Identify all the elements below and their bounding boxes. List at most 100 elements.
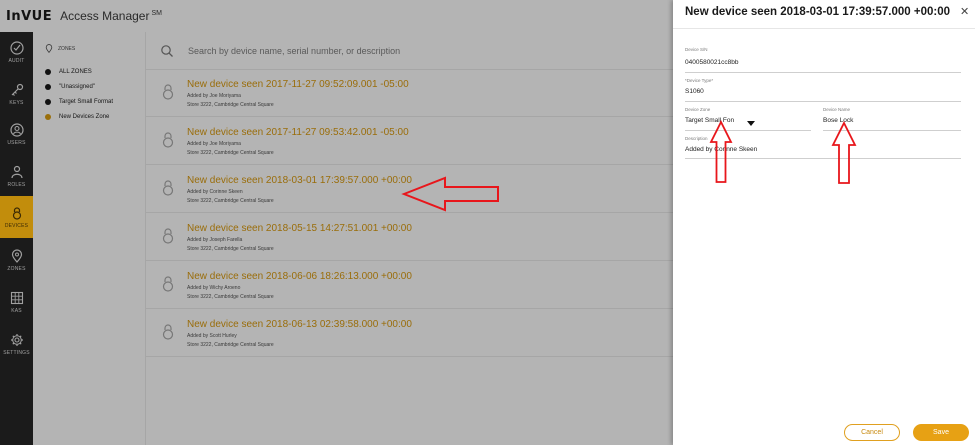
device-type-label: *Device Type* <box>685 78 714 83</box>
location-pin-icon <box>11 248 22 263</box>
device-title[interactable]: New device seen 2018-06-13 02:39:58.000 … <box>187 319 412 330</box>
zones-panel: ZONES ALL ZONES "Unassigned" Target Smal… <box>33 32 146 445</box>
field-underline <box>685 158 961 159</box>
zone-dot <box>45 84 51 90</box>
location-pin-icon <box>45 44 53 53</box>
app-name: Access Manager <box>60 9 150 23</box>
drawer-title: New device seen 2018-03-01 17:39:57.000 … <box>685 6 951 18</box>
device-row[interactable]: New device seen 2017-11-27 09:53:42.001 … <box>146 118 673 165</box>
device-name-label: Device Name <box>823 107 851 112</box>
service-mark: SM <box>151 10 162 17</box>
device-row[interactable]: New device seen 2018-05-15 14:27:51.001 … <box>146 214 673 261</box>
invue-logo: InVUE <box>6 8 53 24</box>
nav-item-settings[interactable]: SETTINGS <box>0 324 33 364</box>
field-underline <box>685 72 961 73</box>
cancel-button[interactable]: Cancel <box>844 424 900 441</box>
zone-item-unassigned[interactable]: "Unassigned" <box>45 82 95 92</box>
zone-item-target-small-format[interactable]: Target Small Format <box>45 97 113 107</box>
nav-item-kas[interactable]: KAS <box>0 282 33 322</box>
device-store: Store 3222, Cambridge Central Square <box>187 198 274 204</box>
device-name-field[interactable]: Bose Lock <box>823 117 853 124</box>
device-list-panel: New device seen 2017-11-27 09:52:09.001 … <box>146 32 673 445</box>
field-underline <box>823 130 961 131</box>
device-title[interactable]: New device seen 2018-05-15 14:27:51.001 … <box>187 223 412 234</box>
zone-label: ALL ZONES <box>59 69 92 75</box>
app-window: InVUE Access Manager SM AUDIT KEYS USERS … <box>0 0 975 445</box>
device-zone-label: Device Zone <box>685 107 711 112</box>
lock-icon <box>12 206 21 220</box>
top-bar: InVUE Access Manager SM <box>0 0 673 32</box>
app-title: Access Manager SM <box>60 9 162 23</box>
device-store: Store 3222, Cambridge Central Square <box>187 150 274 156</box>
users-icon <box>9 122 24 137</box>
nav-item-audit[interactable]: AUDIT <box>0 32 33 72</box>
device-added-by: Added by Scott Hurley <box>187 333 237 339</box>
search-icon <box>161 44 173 57</box>
zone-dot <box>45 69 51 75</box>
description-label: Description <box>685 136 708 141</box>
zone-dot <box>45 99 51 105</box>
zone-label: Target Small Format <box>59 99 114 105</box>
nav-label: SETTINGS <box>3 349 30 356</box>
zone-item-all[interactable]: ALL ZONES <box>45 67 92 77</box>
nav-label: ROLES <box>7 181 26 188</box>
lock-icon <box>162 84 174 100</box>
search-bar <box>146 32 673 70</box>
zones-header-label: ZONES <box>58 45 76 52</box>
serial-label: Device S/N <box>685 47 708 52</box>
drawer-divider <box>673 28 975 29</box>
device-row-selected[interactable]: New device seen 2018-03-01 17:39:57.000 … <box>146 166 673 213</box>
device-store: Store 3222, Cambridge Central Square <box>187 294 274 300</box>
lock-icon <box>162 132 174 148</box>
grid-icon <box>10 291 23 304</box>
nav-label: ZONES <box>7 265 26 272</box>
nav-item-zones[interactable]: ZONES <box>0 240 33 280</box>
device-store: Store 3222, Cambridge Central Square <box>187 246 274 252</box>
save-button[interactable]: Save <box>913 424 969 441</box>
field-underline <box>685 130 811 131</box>
device-row[interactable]: New device seen 2018-06-13 02:39:58.000 … <box>146 310 673 357</box>
device-zone-select[interactable]: Target Small Fon <box>685 117 734 124</box>
chevron-down-icon[interactable] <box>747 121 755 126</box>
device-added-by: Added by Joe Moriyama <box>187 93 241 99</box>
nav-item-keys[interactable]: KEYS <box>0 74 33 114</box>
gear-icon <box>10 333 23 346</box>
nav-item-devices[interactable]: DEVICES <box>0 196 33 238</box>
device-type-field[interactable]: S1060 <box>685 88 704 95</box>
device-added-by: Added by Joseph Farella <box>187 237 243 243</box>
lock-icon <box>162 276 174 292</box>
field-underline <box>685 101 961 102</box>
device-row[interactable]: New device seen 2017-11-27 09:52:09.001 … <box>146 70 673 117</box>
close-icon[interactable]: ✕ <box>960 5 969 18</box>
nav-label: USERS <box>7 139 26 146</box>
device-title[interactable]: New device seen 2017-11-27 09:53:42.001 … <box>187 127 409 138</box>
zones-header: ZONES <box>45 44 75 53</box>
description-field[interactable]: Added by Corinne Skeen <box>685 146 757 153</box>
device-title[interactable]: New device seen 2018-03-01 17:39:57.000 … <box>187 175 412 186</box>
nav-item-users[interactable]: USERS <box>0 114 33 154</box>
nav-rail: AUDIT KEYS USERS ROLES DEVICES ZONES KAS <box>0 32 33 445</box>
nav-item-roles[interactable]: ROLES <box>0 156 33 196</box>
lock-icon <box>162 180 174 196</box>
key-icon <box>11 83 23 96</box>
nav-label: DEVICES <box>4 222 29 229</box>
device-added-by: Added by Wichy Aroeno <box>187 285 241 291</box>
device-title[interactable]: New device seen 2017-11-27 09:52:09.001 … <box>187 79 409 90</box>
lock-icon <box>162 228 174 244</box>
audit-icon <box>9 40 24 55</box>
zone-item-new-devices[interactable]: New Devices Zone <box>45 112 109 122</box>
device-added-by: Added by Joe Moriyama <box>187 141 241 147</box>
search-input[interactable] <box>188 45 648 56</box>
nav-label: KEYS <box>9 99 24 106</box>
device-row[interactable]: New device seen 2018-06-06 18:26:13.000 … <box>146 262 673 309</box>
device-store: Store 3222, Cambridge Central Square <box>187 102 274 108</box>
device-detail-drawer: New device seen 2018-03-01 17:39:57.000 … <box>673 0 975 445</box>
lock-icon <box>162 324 174 340</box>
device-store: Store 3222, Cambridge Central Square <box>187 342 274 348</box>
serial-field[interactable]: 0400580021cc8bb <box>685 59 739 66</box>
nav-label: AUDIT <box>8 57 25 64</box>
zone-label: "Unassigned" <box>59 84 95 90</box>
roles-icon <box>10 165 23 178</box>
device-title[interactable]: New device seen 2018-06-06 18:26:13.000 … <box>187 271 412 282</box>
device-added-by: Added by Corinne Skeen <box>187 189 243 195</box>
